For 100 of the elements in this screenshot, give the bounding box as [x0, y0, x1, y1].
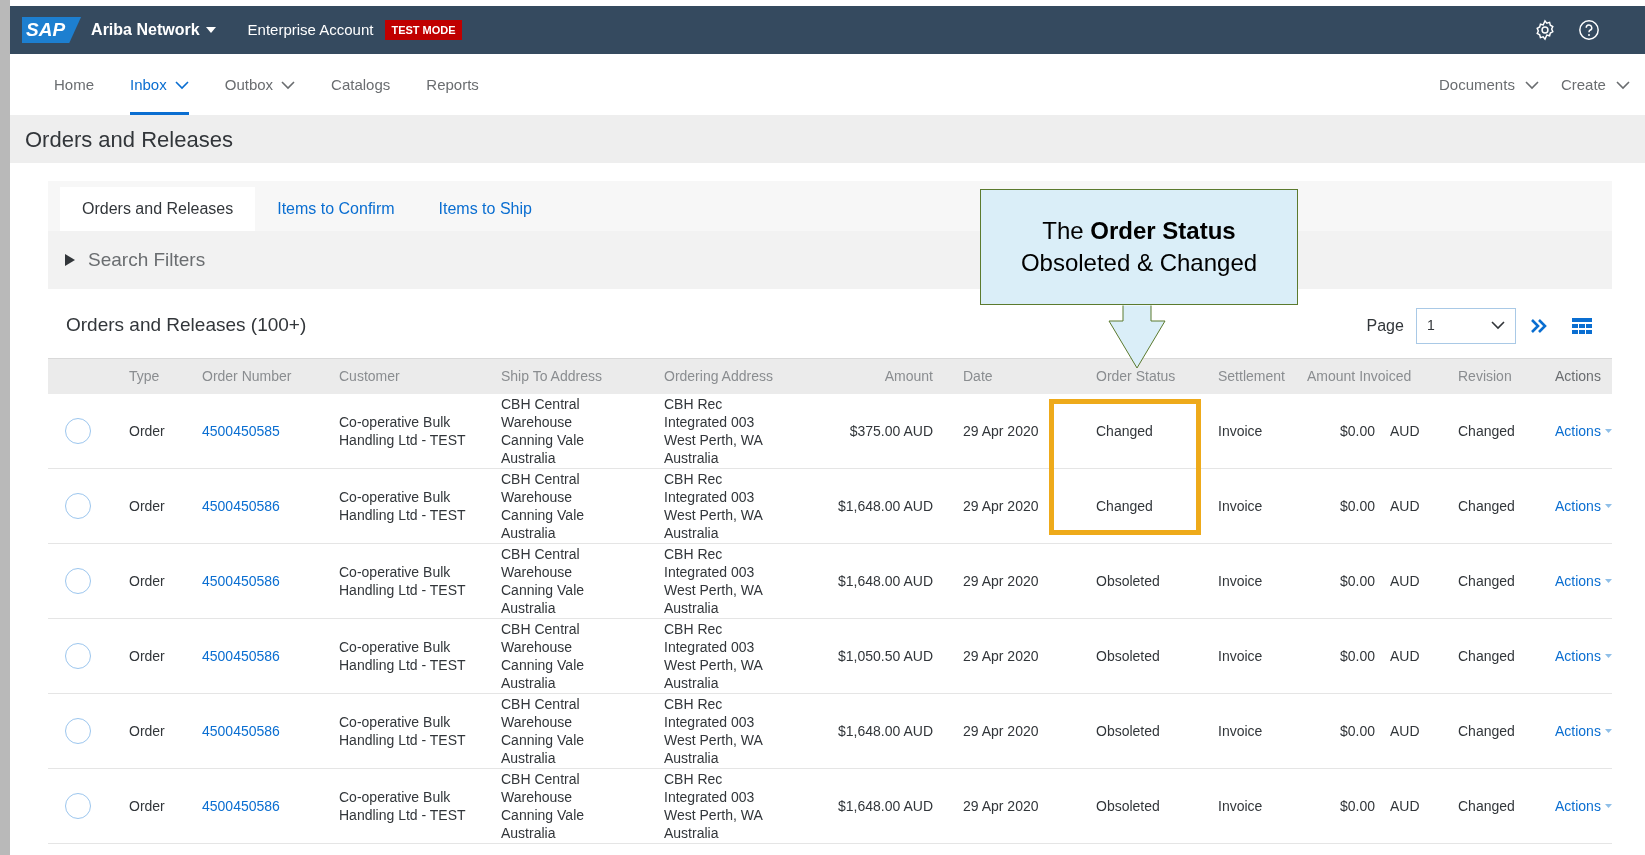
nav-tab[interactable]: Outbox — [224, 59, 296, 115]
radio-button[interactable] — [65, 418, 91, 444]
table-cell: AUD — [1390, 723, 1420, 739]
tab[interactable]: Orders and Releases — [60, 187, 256, 231]
caret-down-icon — [1604, 729, 1612, 733]
table-cell: $0.00 — [1339, 498, 1375, 514]
order-number-link[interactable]: 4500450586 — [202, 648, 280, 664]
caret-down-icon — [1604, 579, 1612, 583]
table-cell: Changed — [1096, 422, 1153, 440]
search-filters-toggle[interactable]: Search Filters — [64, 245, 206, 275]
double-chevron-right-icon[interactable] — [1529, 317, 1548, 334]
table-cell: 29 Apr 2020 — [963, 798, 1039, 814]
table-cell: $1,648.00 AUD — [838, 798, 933, 814]
table-cell: Changed — [1458, 498, 1515, 514]
table-cell-text: Co-operative Bulk Handling Ltd - TEST — [339, 788, 467, 824]
tab[interactable]: Items to Confirm — [255, 187, 417, 231]
column-header: Customer — [339, 368, 400, 384]
table-cell: Order — [129, 798, 165, 814]
column-header: Actions — [1555, 368, 1601, 384]
order-number-link[interactable]: 4500450586 — [202, 573, 280, 589]
radio-button[interactable] — [65, 568, 91, 594]
table-cell-text: CBH Central Warehouse Canning Vale Australia — [501, 395, 586, 467]
table-cell: $0.00 — [1339, 423, 1375, 439]
table-cell: 29 Apr 2020 — [963, 723, 1039, 739]
table-settings-icon[interactable] — [1571, 317, 1592, 334]
table-cell: Order — [129, 498, 165, 514]
nav-menu[interactable]: Create — [1560, 59, 1630, 115]
order-number-link[interactable]: 4500450586 — [202, 798, 280, 814]
table-cell-text: CBH Central Warehouse Canning Vale Australia — [501, 695, 586, 767]
nav-tab[interactable]: Reports — [426, 59, 479, 115]
nav-tab[interactable]: Home — [54, 59, 94, 115]
help-icon[interactable] — [1577, 19, 1600, 41]
table-cell: Invoice — [1218, 498, 1263, 514]
radio-button[interactable] — [65, 793, 91, 819]
page-title: Orders and Releases — [25, 125, 233, 154]
column-header: Ordering Address — [664, 368, 773, 384]
actions-menu[interactable]: Actions — [1555, 722, 1612, 740]
radio-button[interactable] — [65, 643, 91, 669]
column-header: Order Status — [1096, 368, 1176, 384]
order-number-link[interactable]: 4500450586 — [202, 723, 280, 739]
table-cell-text: Co-operative Bulk Handling Ltd - TEST — [339, 713, 467, 749]
actions-menu[interactable]: Actions — [1555, 422, 1612, 440]
table-cell: $375.00 AUD — [849, 423, 933, 439]
page-select[interactable]: 1 — [1415, 307, 1516, 344]
account-label: Enterprise Account — [247, 19, 374, 40]
column-header: Order Number — [202, 368, 292, 384]
table-cell: Invoice — [1218, 723, 1263, 739]
table-cell: AUD — [1390, 423, 1420, 439]
table-cell: Changed — [1458, 423, 1515, 439]
column-header: Settlement — [1218, 368, 1285, 384]
column-header: Amount Invoiced — [1307, 368, 1412, 384]
caret-down-icon — [1604, 654, 1612, 658]
table-cell: Obsoleted — [1096, 797, 1160, 815]
settings-icon[interactable] — [1533, 19, 1556, 41]
table-cell: Obsoleted — [1096, 647, 1160, 665]
table-cell-text: CBH Central Warehouse Canning Vale Australia — [501, 770, 586, 842]
table-cell: $1,050.50 AUD — [838, 648, 933, 664]
table-cell: Order — [129, 723, 165, 739]
table-cell: Order — [129, 648, 165, 664]
caret-right-icon — [64, 254, 76, 266]
nav-menu[interactable]: Documents — [1439, 59, 1539, 115]
table-cell: $0.00 — [1339, 723, 1375, 739]
table-cell-text: CBH Rec Integrated 003 West Perth, WA Australia — [664, 695, 764, 767]
table-cell: Obsoleted — [1096, 722, 1160, 740]
order-number-link[interactable]: 4500450585 — [202, 423, 280, 439]
order-number-link[interactable]: 4500450586 — [202, 498, 280, 514]
column-header: Amount — [884, 368, 933, 384]
table-cell-text: CBH Rec Integrated 003 West Perth, WA Australia — [664, 620, 764, 692]
actions-menu[interactable]: Actions — [1555, 572, 1612, 590]
actions-menu[interactable]: Actions — [1555, 797, 1612, 815]
nav-tab[interactable]: Catalogs — [331, 59, 391, 115]
table-cell: AUD — [1390, 798, 1420, 814]
table-cell: Changed — [1096, 497, 1153, 515]
product-menu[interactable]: Ariba Network — [91, 18, 216, 42]
table-cell: Changed — [1458, 573, 1515, 589]
table-cell-text: CBH Rec Integrated 003 West Perth, WA Australia — [664, 395, 764, 467]
actions-menu[interactable]: Actions — [1555, 497, 1612, 515]
table-cell: Obsoleted — [1096, 572, 1160, 590]
table-cell: $1,648.00 AUD — [838, 573, 933, 589]
radio-button[interactable] — [65, 493, 91, 519]
table-cell: Changed — [1458, 723, 1515, 739]
column-header: Type — [129, 368, 160, 384]
table-cell-text: CBH Central Warehouse Canning Vale Australia — [501, 620, 586, 692]
radio-button[interactable] — [65, 718, 91, 744]
table-cell: AUD — [1390, 648, 1420, 664]
table-cell-text: CBH Rec Integrated 003 West Perth, WA Australia — [664, 470, 764, 542]
table-cell: $0.00 — [1339, 573, 1375, 589]
callout-arrow — [1108, 305, 1166, 369]
caret-down-icon — [205, 27, 216, 33]
table-cell-text: Co-operative Bulk Handling Ltd - TEST — [339, 413, 467, 449]
table-cell: $0.00 — [1339, 648, 1375, 664]
column-header: Date — [963, 368, 993, 384]
table-cell: Changed — [1458, 648, 1515, 664]
table-cell: AUD — [1390, 498, 1420, 514]
table-cell: Invoice — [1218, 573, 1263, 589]
tab[interactable]: Items to Ship — [416, 187, 554, 231]
table-cell: Changed — [1458, 798, 1515, 814]
table-cell: 29 Apr 2020 — [963, 423, 1039, 439]
caret-down-icon — [1604, 429, 1612, 433]
actions-menu[interactable]: Actions — [1555, 647, 1612, 665]
